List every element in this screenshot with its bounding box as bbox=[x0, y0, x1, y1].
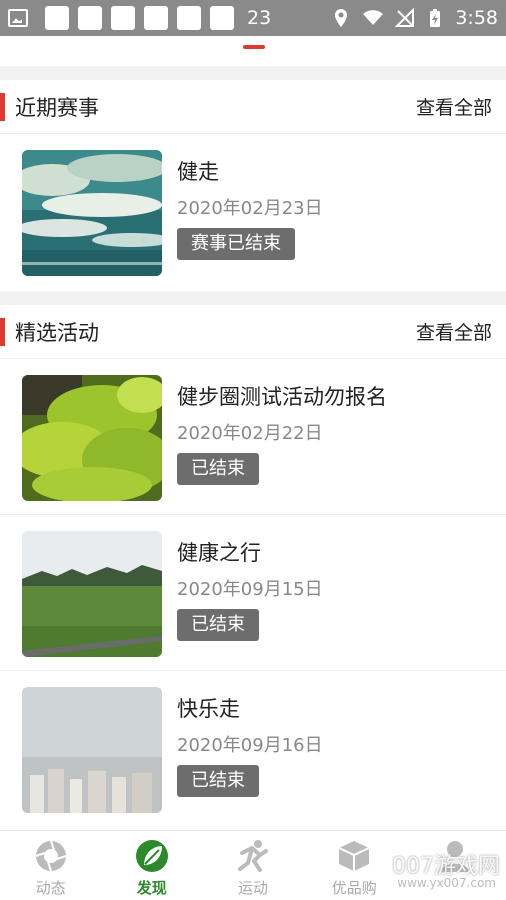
tab-sport[interactable]: 运动 bbox=[202, 831, 303, 900]
location-icon bbox=[335, 9, 348, 27]
section-title: 精选活动 bbox=[15, 320, 99, 345]
no-signal-icon bbox=[395, 8, 415, 27]
runner-icon bbox=[238, 840, 268, 872]
watermark-url: www.yx007.com bbox=[397, 876, 496, 890]
status-badge: 已结束 bbox=[177, 765, 259, 797]
status-badge: 已结束 bbox=[177, 453, 259, 485]
activity-thumbnail bbox=[22, 687, 162, 813]
event-card[interactable]: 健走 2020年02月23日 赛事已结束 bbox=[0, 134, 506, 291]
app-notification-icon bbox=[144, 6, 168, 30]
section-header: 近期赛事 查看全部 bbox=[0, 80, 506, 134]
tab-label: 动态 bbox=[35, 879, 66, 897]
recent-events-section: 近期赛事 查看全部 健走 2020年02月23日 赛事已结束 bbox=[0, 80, 506, 291]
activity-date: 2020年02月22日 bbox=[177, 423, 323, 444]
app-notification-icon bbox=[78, 6, 102, 30]
leaf-icon bbox=[135, 840, 168, 872]
tab-label: 发现 bbox=[136, 879, 167, 897]
status-badge: 赛事已结束 bbox=[177, 228, 295, 260]
battery-charging-icon bbox=[430, 9, 441, 27]
notification-count: 23 bbox=[247, 7, 272, 29]
aperture-icon bbox=[35, 840, 66, 872]
section-header: 精选活动 查看全部 bbox=[0, 305, 506, 359]
view-all-link[interactable]: 查看全部 bbox=[416, 318, 492, 345]
app-notification-icon bbox=[111, 6, 135, 30]
page-indicator bbox=[243, 45, 265, 49]
event-title: 健走 bbox=[177, 160, 219, 184]
clock: 3:58 bbox=[455, 7, 498, 29]
section-accent-bar bbox=[0, 317, 5, 346]
event-thumbnail bbox=[22, 150, 162, 276]
activity-card[interactable]: 快乐走 2020年09月16日 已结束 bbox=[0, 671, 506, 827]
featured-activities-section: 精选活动 查看全部 健步圈测试活动勿报名 2020年02月22日 已结束 健康之… bbox=[0, 305, 506, 830]
top-strip bbox=[0, 36, 506, 66]
section-title: 近期赛事 bbox=[15, 95, 99, 120]
activity-title: 健步圈测试活动勿报名 bbox=[177, 385, 387, 409]
tab-discover[interactable]: 发现 bbox=[101, 831, 202, 900]
view-all-link[interactable]: 查看全部 bbox=[416, 93, 492, 120]
status-badge: 已结束 bbox=[177, 609, 259, 641]
image-notification-icon bbox=[8, 9, 28, 27]
activity-title: 快乐走 bbox=[177, 697, 240, 721]
activity-date: 2020年09月16日 bbox=[177, 735, 323, 756]
section-accent-bar bbox=[0, 92, 5, 121]
tab-feed[interactable]: 动态 bbox=[0, 831, 101, 900]
app-notification-icon bbox=[45, 6, 69, 30]
tab-shop[interactable]: 优品购 bbox=[304, 831, 405, 900]
status-bar: 23 3:58 bbox=[0, 0, 506, 36]
activity-title: 健康之行 bbox=[177, 541, 261, 565]
activity-card[interactable]: 健步圈测试活动勿报名 2020年02月22日 已结束 bbox=[0, 359, 506, 515]
activity-thumbnail bbox=[22, 375, 162, 501]
activity-date: 2020年09月15日 bbox=[177, 579, 323, 600]
tab-label: 优品购 bbox=[331, 879, 377, 897]
activity-card[interactable]: 健康之行 2020年09月15日 已结束 bbox=[0, 515, 506, 671]
tab-label: 运动 bbox=[238, 879, 269, 897]
event-date: 2020年02月23日 bbox=[177, 198, 323, 219]
app-notification-icon bbox=[177, 6, 201, 30]
activity-thumbnail bbox=[22, 531, 162, 657]
box-icon bbox=[338, 841, 370, 871]
wifi-icon bbox=[363, 10, 384, 25]
app-notification-icon bbox=[210, 6, 234, 30]
